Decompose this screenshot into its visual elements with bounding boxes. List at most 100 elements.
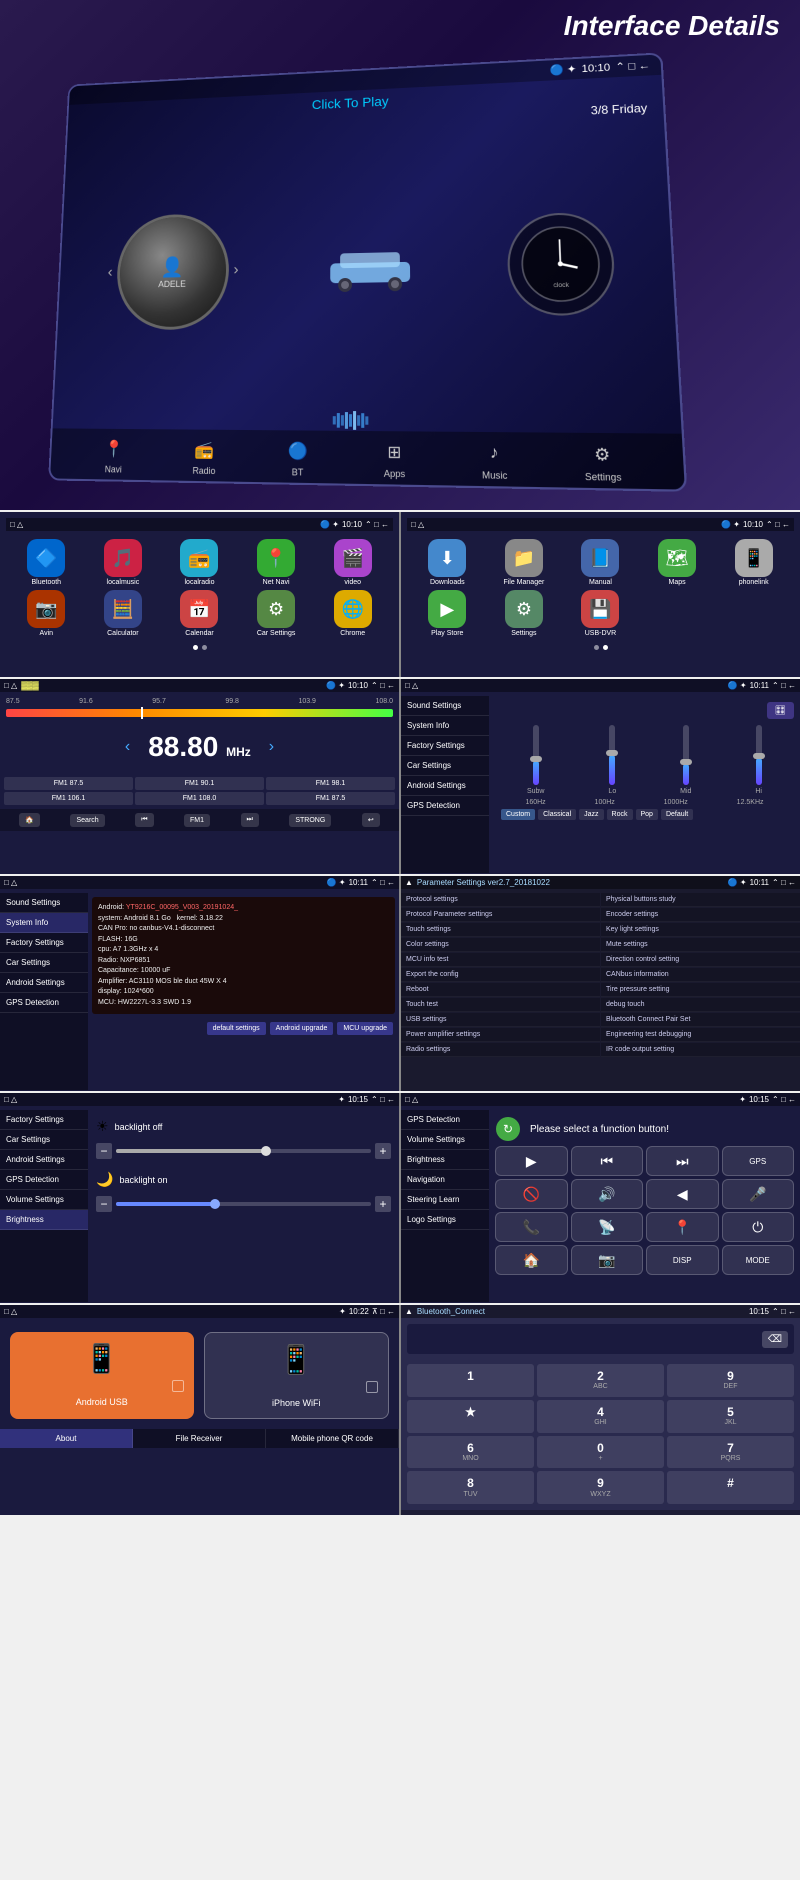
param-debug[interactable]: debug touch xyxy=(601,998,800,1012)
radio-band[interactable]: FM1 xyxy=(184,814,210,827)
preset-classical[interactable]: Classical xyxy=(538,809,576,820)
num-1[interactable]: 1 xyxy=(407,1364,534,1397)
num-hash[interactable]: # xyxy=(667,1471,794,1504)
app-localmusic[interactable]: 🎵 localmusic xyxy=(87,539,160,586)
param-radio[interactable]: Radio settings xyxy=(401,1043,600,1057)
preset-default[interactable]: Default xyxy=(661,809,693,820)
default-settings-btn[interactable]: default settings xyxy=(207,1022,266,1035)
app-avin[interactable]: 📷 Avin xyxy=(10,590,83,637)
param-export[interactable]: Export the config xyxy=(401,968,600,982)
param-protocol[interactable]: Protocol settings xyxy=(401,893,600,907)
param-canbus[interactable]: CANbus information xyxy=(601,968,800,982)
app-bluetooth[interactable]: 🔷 Bluetooth xyxy=(10,539,83,586)
subw-track[interactable] xyxy=(533,725,539,785)
sysinfo-android[interactable]: Android Settings xyxy=(0,973,88,993)
sysinfo-factory[interactable]: Factory Settings xyxy=(0,933,88,953)
fn-home[interactable]: 🏠 xyxy=(495,1245,568,1275)
brightness-brightness[interactable]: Brightness xyxy=(0,1210,88,1230)
fn-gps[interactable]: GPS xyxy=(722,1146,795,1176)
num-0[interactable]: 0+ xyxy=(537,1436,664,1469)
fn-map[interactable]: 📍 xyxy=(646,1212,719,1242)
nav-radio[interactable]: 📻 Radio xyxy=(192,438,216,476)
fn-vol-down[interactable]: ◀ xyxy=(646,1179,719,1209)
freq-right-arrow[interactable]: › xyxy=(269,738,274,756)
next-btn[interactable]: › xyxy=(233,262,238,280)
android-settings-item[interactable]: Android Settings xyxy=(401,776,489,796)
nav-navi[interactable]: 📍 Navi xyxy=(102,437,126,475)
backlight-off-minus[interactable]: − xyxy=(96,1143,112,1159)
brightness-volume[interactable]: Volume Settings xyxy=(0,1190,88,1210)
app-video[interactable]: 🎬 video xyxy=(316,539,389,586)
app-netnavi[interactable]: 📍 Net Navi xyxy=(240,539,313,586)
sysinfo-gps[interactable]: GPS Detection xyxy=(0,993,88,1013)
eq-icon-btn[interactable]: 🎛 xyxy=(767,702,794,719)
preset-5[interactable]: FM1 108.0 xyxy=(135,792,264,805)
bt-music-icon[interactable]: ♪ xyxy=(621,1514,645,1515)
app-localradio[interactable]: 📻 localradio xyxy=(163,539,236,586)
param-keylight[interactable]: Key light settings xyxy=(601,923,800,937)
iphone-wifi-card[interactable]: 📱 iPhone WiFi xyxy=(204,1332,390,1419)
fn-play[interactable]: ▶ xyxy=(495,1146,568,1176)
app-maps[interactable]: 🗺 Maps xyxy=(641,539,714,586)
nav-bt[interactable]: 🔵 BT xyxy=(285,439,309,478)
preset-4[interactable]: FM1 106.1 xyxy=(4,792,133,805)
num-9wxyz[interactable]: 9WXYZ xyxy=(537,1471,664,1504)
param-color[interactable]: Color settings xyxy=(401,938,600,952)
param-touchtest[interactable]: Touch test xyxy=(401,998,600,1012)
num-5[interactable]: 5JKL xyxy=(667,1400,794,1433)
param-protocol-params[interactable]: Protocol Parameter settings xyxy=(401,908,600,922)
fn-cam[interactable]: 📷 xyxy=(571,1245,644,1275)
param-direction[interactable]: Direction control setting xyxy=(601,953,800,967)
hi-track[interactable] xyxy=(756,725,762,785)
preset-2[interactable]: FM1 90.1 xyxy=(135,777,264,790)
preset-3[interactable]: FM1 98.1 xyxy=(266,777,395,790)
preset-jazz[interactable]: Jazz xyxy=(579,809,603,820)
param-poweramp[interactable]: Power amplifier settings xyxy=(401,1028,600,1042)
param-reboot[interactable]: Reboot xyxy=(401,983,600,997)
param-encoder[interactable]: Encoder settings xyxy=(601,908,800,922)
bt-contact-icon[interactable]: 👤 xyxy=(492,1514,516,1515)
app-calculator[interactable]: 🧮 Calculator xyxy=(87,590,160,637)
param-ir[interactable]: IR code output setting xyxy=(601,1043,800,1057)
brightness-factory[interactable]: Factory Settings xyxy=(0,1110,88,1130)
bt-settings-icon[interactable]: ⚙ xyxy=(750,1514,774,1515)
app-manual[interactable]: 📘 Manual xyxy=(564,539,637,586)
param-physical[interactable]: Physical buttons study xyxy=(601,893,800,907)
factory-settings-item[interactable]: Factory Settings xyxy=(401,736,489,756)
tab-about[interactable]: About xyxy=(0,1429,133,1448)
preset-rock[interactable]: Rock xyxy=(607,809,633,820)
num-2[interactable]: 2ABC xyxy=(537,1364,664,1397)
backlight-off-plus[interactable]: + xyxy=(375,1143,391,1159)
fn-mode[interactable]: MODE xyxy=(722,1245,795,1275)
param-usb[interactable]: USB settings xyxy=(401,1013,600,1027)
bt-backspace-btn[interactable]: ⌫ xyxy=(762,1331,788,1348)
gps-detection-item[interactable]: GPS Detection xyxy=(401,796,489,816)
gps-steering[interactable]: Steering Learn xyxy=(401,1190,489,1210)
nav-settings[interactable]: ⚙ Settings xyxy=(584,442,622,483)
radio-search[interactable]: Search xyxy=(70,814,104,827)
app-calendar[interactable]: 📅 Calendar xyxy=(163,590,236,637)
sysinfo-sysinfo[interactable]: System Info xyxy=(0,913,88,933)
system-info-item[interactable]: System Info xyxy=(401,716,489,736)
fn-phone[interactable]: 📞 xyxy=(495,1212,568,1242)
app-carsettings[interactable]: ⚙ Car Settings xyxy=(240,590,313,637)
app-phonelink[interactable]: 📱 phonelink xyxy=(717,539,790,586)
preset-1[interactable]: FM1 87.5 xyxy=(4,777,133,790)
fn-mute[interactable]: 🚫 xyxy=(495,1179,568,1209)
num-4[interactable]: 4GHI xyxy=(537,1400,664,1433)
app-playstore[interactable]: ▶ Play Store xyxy=(411,590,484,637)
fn-mic[interactable]: 🎤 xyxy=(722,1179,795,1209)
preset-custom[interactable]: Custom xyxy=(501,809,535,820)
tab-qr-code[interactable]: Mobile phone QR code xyxy=(266,1429,399,1448)
app-settings2[interactable]: ⚙ Settings xyxy=(488,590,561,637)
prev-btn[interactable]: ‹ xyxy=(107,264,113,281)
brightness-car[interactable]: Car Settings xyxy=(0,1130,88,1150)
bt-phone-icon[interactable]: 📞 xyxy=(556,1514,580,1515)
bt-menu-icon[interactable]: ≡ xyxy=(427,1514,451,1515)
gps-volume[interactable]: Volume Settings xyxy=(401,1130,489,1150)
param-mute[interactable]: Mute settings xyxy=(601,938,800,952)
lo-track[interactable] xyxy=(609,725,615,785)
param-touch[interactable]: Touch settings xyxy=(401,923,600,937)
fn-signal[interactable]: 📡 xyxy=(571,1212,644,1242)
sysinfo-sound[interactable]: Sound Settings xyxy=(0,893,88,913)
